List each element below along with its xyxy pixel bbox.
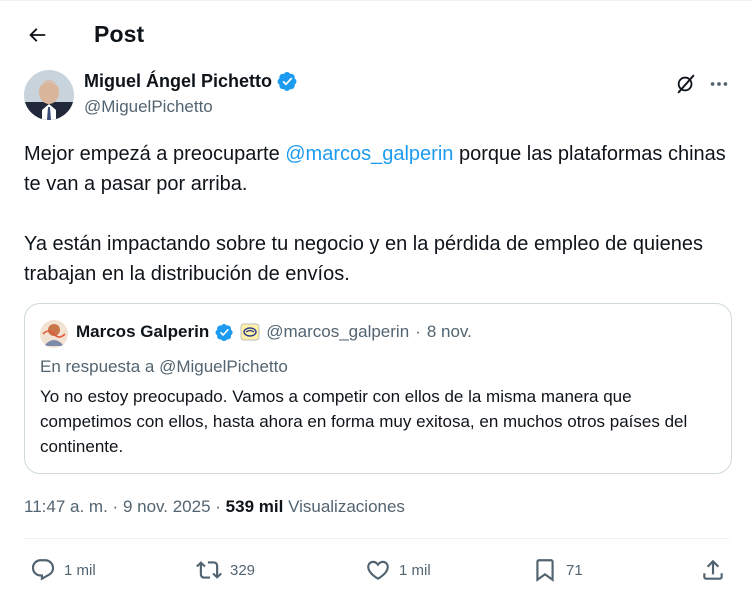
back-button[interactable] (22, 20, 52, 50)
quote-header: Marcos Galperin @marcos_galperin · 8 nov… (76, 322, 472, 342)
quote-separator: · (415, 322, 421, 341)
stats-divider (24, 538, 730, 539)
quote-avatar-image (40, 320, 68, 348)
reply-icon (31, 559, 55, 581)
grok-icon (677, 74, 695, 94)
repost-button[interactable]: 329 (196, 557, 255, 583)
quoted-post-card[interactable]: Marcos Galperin @marcos_galperin · 8 nov… (24, 303, 732, 474)
like-button[interactable]: 1 mil (365, 557, 431, 583)
share-icon (703, 559, 723, 580)
bookmark-button[interactable]: 71 (532, 557, 583, 583)
views-label: Visualizaciones (288, 497, 405, 516)
share-button[interactable] (700, 557, 726, 583)
reply-button[interactable]: 1 mil (30, 557, 96, 583)
grok-button[interactable] (674, 72, 698, 96)
post-text: Mejor empezá a preocuparte @marcos_galpe… (24, 139, 734, 319)
quote-author-handle[interactable]: @marcos_galperin (266, 322, 409, 342)
timestamp-row: 11:47 a. m. · 9 nov. 2025 · 539 mil Visu… (24, 497, 405, 517)
meta-separator: · (215, 497, 221, 516)
meta-separator: · (112, 497, 119, 516)
bookmark-icon (536, 559, 554, 582)
repost-count: 329 (230, 561, 256, 579)
verified-badge-icon[interactable] (277, 71, 298, 92)
post-paragraph-2: Ya están impactando sobre tu negocio y e… (24, 233, 703, 285)
post-paragraph-1: Mejor empezá a preocuparte @marcos_galpe… (24, 139, 734, 199)
more-dots-icon (710, 82, 728, 86)
affiliate-badge-icon[interactable] (240, 322, 260, 342)
reply-count: 1 mil (64, 561, 96, 579)
author-name-row[interactable]: Miguel Ángel Pichetto (84, 71, 298, 92)
quote-reply-to: En respuesta a @MiguelPichetto (40, 357, 288, 376)
bookmark-count: 71 (566, 561, 583, 579)
repost-icon (196, 561, 222, 579)
author-name[interactable]: Miguel Ángel Pichetto (84, 71, 272, 92)
mention-link[interactable]: @marcos_galperin (285, 143, 453, 165)
post-text-part: Mejor empezá a preocuparte (24, 143, 286, 165)
heart-icon (367, 560, 389, 580)
like-count: 1 mil (399, 561, 431, 579)
verified-badge-icon[interactable] (215, 323, 234, 342)
page-title: Post (94, 21, 145, 47)
quote-text: Yo no estoy preocupado. Vamos a competir… (40, 387, 688, 456)
post-time[interactable]: 11:47 a. m. (24, 497, 108, 516)
header: Post (0, 0, 752, 68)
author-handle[interactable]: @MiguelPichetto (84, 97, 213, 117)
arrow-left-icon (29, 28, 46, 42)
quote-avatar[interactable] (40, 320, 68, 348)
quote-date[interactable]: 8 nov. (427, 322, 472, 342)
quote-author-name[interactable]: Marcos Galperin (76, 322, 209, 342)
post-date[interactable]: 9 nov. 2025 (123, 497, 211, 516)
author-avatar-image (24, 70, 74, 120)
views-count: 539 mil (225, 497, 284, 516)
avatar[interactable] (24, 70, 74, 120)
more-options-button[interactable] (707, 72, 731, 96)
